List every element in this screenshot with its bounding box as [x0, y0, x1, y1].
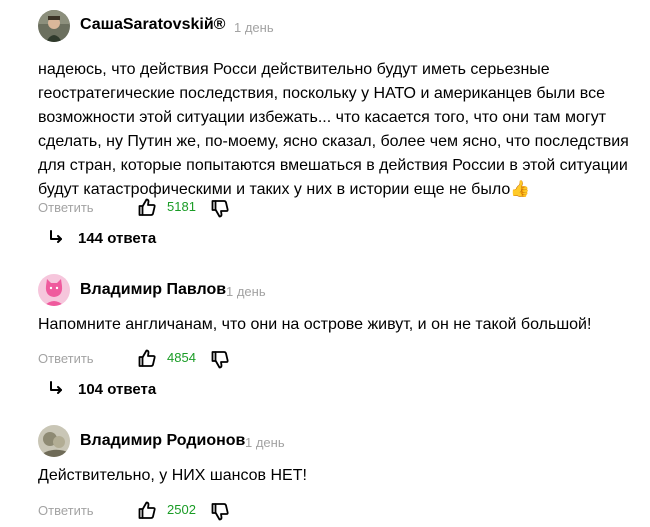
thumbs-up-icon[interactable] [137, 500, 157, 520]
thumbs-down-icon[interactable] [210, 199, 230, 219]
comment-author[interactable]: СашаSaratovskiй® [80, 16, 225, 34]
replies-toggle[interactable]: 144 ответа [48, 229, 156, 247]
comment-author[interactable]: Владимир Родионов [80, 432, 245, 450]
comment-actions: Ответить 5181 [38, 198, 338, 218]
comment-text: Напомните англичанам, что они на острове… [38, 316, 592, 333]
comment-time: 1 день [245, 435, 285, 450]
avatar[interactable] [38, 274, 70, 306]
comment-text: надеюсь, что действия Росси действительн… [38, 58, 638, 202]
comment-time: 1 день [234, 20, 274, 35]
comment-author[interactable]: Владимир Павлов [80, 281, 226, 299]
like-count: 2502 [167, 502, 196, 517]
reply-button[interactable]: Ответить [38, 351, 94, 366]
comment-text-body: надеюсь, что действия Росси действительн… [38, 61, 629, 198]
like-count: 5181 [167, 199, 196, 214]
reply-button[interactable]: Ответить [38, 503, 94, 518]
reply-arrow-icon [48, 380, 66, 398]
replies-count: 144 ответа [78, 230, 157, 247]
replies-count: 104 ответа [78, 381, 157, 398]
comment-actions: Ответить 4854 [38, 349, 338, 369]
thumbs-up-icon[interactable] [137, 197, 157, 217]
thumbs-up-icon[interactable] [137, 348, 157, 368]
avatar[interactable] [38, 425, 70, 457]
reply-button[interactable]: Ответить [38, 200, 94, 215]
thumbs-down-icon[interactable] [210, 350, 230, 370]
comment-time: 1 день [226, 284, 266, 299]
reply-arrow-icon [48, 229, 66, 247]
like-count: 4854 [167, 350, 196, 365]
comment-actions: Ответить 2502 [38, 501, 338, 521]
thumbs-down-icon[interactable] [210, 502, 230, 522]
comment-text: Действительно, у НИХ шансов НЕТ! [38, 467, 307, 484]
avatar[interactable] [38, 10, 70, 42]
thumbs-up-emoji: 👍 [510, 181, 531, 198]
replies-toggle[interactable]: 104 ответа [48, 380, 156, 398]
